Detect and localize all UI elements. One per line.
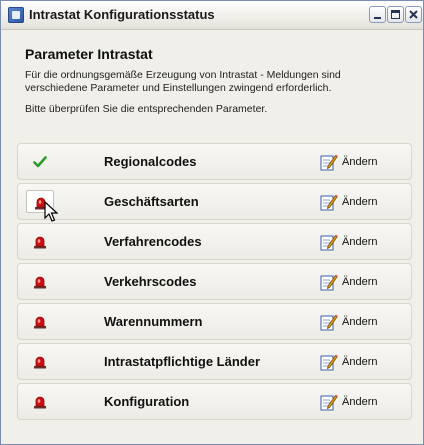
parameter-row: Warennummern Ändern: [17, 303, 412, 340]
parameter-label: Konfiguration: [104, 394, 190, 409]
edit-document-icon: [320, 153, 338, 171]
edit-button[interactable]: Ändern: [320, 192, 377, 212]
parameter-row: Verfahrencodes Ändern: [17, 223, 412, 260]
maximize-button[interactable]: [387, 6, 404, 23]
red-alarm-light-icon: [33, 275, 47, 294]
edit-button-label: Ändern: [342, 196, 378, 208]
edit-document-icon: [320, 233, 338, 251]
status-cell: [26, 150, 54, 173]
edit-button-label: Ändern: [342, 156, 378, 168]
parameter-row: Konfiguration Ändern: [17, 383, 412, 420]
close-icon: [409, 10, 418, 19]
edit-button-label: Ändern: [342, 396, 378, 408]
parameter-label: Regionalcodes: [104, 154, 197, 169]
config-status-window: Intrastat Konfigurationsstatus Parameter…: [0, 0, 424, 445]
description-text: Für die ordnungsgemäße Erzeugung von Int…: [25, 69, 341, 94]
title-bar[interactable]: Intrastat Konfigurationsstatus: [1, 1, 423, 30]
parameter-label: Verfahrencodes: [104, 234, 202, 249]
status-cell: [26, 270, 54, 293]
edit-button[interactable]: Ändern: [320, 152, 377, 172]
parameter-label: Warennummern: [104, 314, 203, 329]
edit-document-icon: [320, 193, 338, 211]
status-cell: [26, 390, 54, 413]
window-title: Intrastat Konfigurationsstatus: [29, 7, 215, 22]
parameter-list: Regionalcodes Ändern Geschäftsarten Ändern V…: [17, 143, 412, 423]
parameter-row: Intrastatpflichtige Länder Ändern: [17, 343, 412, 380]
red-alarm-light-icon: [33, 235, 47, 254]
edit-button-label: Ändern: [342, 356, 378, 368]
mouse-cursor-icon: [44, 201, 58, 222]
edit-button[interactable]: Ändern: [320, 392, 377, 412]
red-alarm-light-icon: [33, 355, 47, 374]
edit-document-icon: [320, 273, 338, 291]
status-cell: [26, 230, 54, 253]
edit-button-label: Ändern: [342, 236, 378, 248]
parameter-label: Geschäftsarten: [104, 194, 199, 209]
section-heading: Parameter Intrastat: [25, 46, 153, 62]
close-button[interactable]: [405, 6, 422, 23]
edit-document-icon: [320, 353, 338, 371]
edit-button[interactable]: Ändern: [320, 312, 377, 332]
red-alarm-light-icon: [33, 315, 47, 334]
parameter-row: Verkehrscodes Ändern: [17, 263, 412, 300]
edit-document-icon: [320, 313, 338, 331]
edit-button-label: Ändern: [342, 276, 378, 288]
status-cell: [26, 310, 54, 333]
edit-button[interactable]: Ändern: [320, 272, 377, 292]
parameter-row: Regionalcodes Ändern: [17, 143, 412, 180]
parameter-row: Geschäftsarten Ändern: [17, 183, 412, 220]
green-check-icon: [33, 155, 47, 173]
parameter-label: Intrastatpflichtige Länder: [104, 354, 261, 369]
edit-button[interactable]: Ändern: [320, 352, 377, 372]
minimize-button[interactable]: [369, 6, 386, 23]
parameter-label: Verkehrscodes: [104, 274, 197, 289]
edit-button[interactable]: Ändern: [320, 232, 377, 252]
app-icon: [8, 7, 24, 23]
edit-button-label: Ändern: [342, 316, 378, 328]
instruction-text: Bitte überprüfen Sie die entsprechenden …: [25, 103, 268, 115]
red-alarm-light-icon: [33, 395, 47, 414]
edit-document-icon: [320, 393, 338, 411]
status-cell: [26, 350, 54, 373]
